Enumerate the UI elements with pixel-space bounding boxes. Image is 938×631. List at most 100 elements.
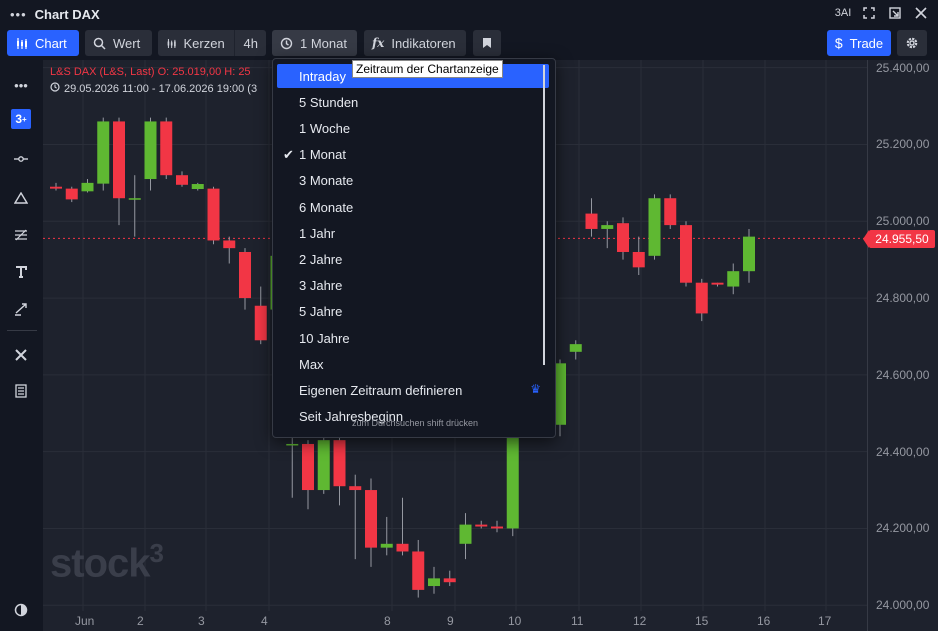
time-range-option-label: Eigenen Zeitraum definieren xyxy=(299,382,463,398)
candle-body xyxy=(239,251,251,299)
bookmark-button[interactable] xyxy=(473,30,501,56)
ai-badge[interactable]: 3AI xyxy=(834,4,852,22)
trade-button-label: Trade xyxy=(849,35,884,51)
candle-body xyxy=(695,282,708,314)
chart-type-button[interactable]: Kerzen 4h xyxy=(158,30,266,56)
candles-icon xyxy=(17,37,27,49)
tooltip: Zeitraum der Chartanzeige xyxy=(352,60,503,78)
search-icon xyxy=(93,37,106,50)
time-range-button[interactable]: 1 Monat xyxy=(272,30,357,56)
time-range-option[interactable]: 3 Monate xyxy=(277,169,549,193)
calculator-icon[interactable] xyxy=(11,381,31,401)
candle-body xyxy=(223,240,236,249)
candle xyxy=(286,432,299,498)
interval-label[interactable]: 4h xyxy=(244,36,258,51)
time-tick-label: 12 xyxy=(633,614,647,628)
time-range-option[interactable]: 5 Stunden xyxy=(277,90,549,114)
candle xyxy=(569,340,582,360)
time-tick-label: Jun xyxy=(75,614,95,628)
candle xyxy=(365,478,377,567)
fibonacci-icon[interactable] xyxy=(11,225,31,245)
candle xyxy=(113,117,125,226)
time-range-option[interactable]: 10 Jahre xyxy=(277,326,549,350)
candle-body xyxy=(491,526,503,529)
arrow-draw-icon[interactable] xyxy=(11,299,31,319)
time-range-dropdown: Intraday 5 Stunden 1 Woche ✔ 1 Monat 3 Monate… xyxy=(272,58,556,438)
theme-toggle-icon[interactable] xyxy=(11,600,31,620)
window-controls: 3AI xyxy=(834,4,930,22)
price-tick-label: 24.200,00 xyxy=(876,521,930,536)
time-tick-label: 4 xyxy=(261,614,268,628)
candle-body xyxy=(601,225,614,229)
settings-button[interactable] xyxy=(897,30,927,56)
time-range-option[interactable]: 1 Jahr xyxy=(277,221,549,245)
time-tick-label: 9 xyxy=(447,614,454,628)
time-range-option[interactable]: 6 Monate xyxy=(277,195,549,219)
series-legend[interactable]: L&S DAX (L&S, Last) O: 25.019,00 H: 25 xyxy=(50,66,251,78)
checkmark-icon: ✔ xyxy=(283,146,294,162)
candle-body xyxy=(396,543,409,552)
time-range-option[interactable]: Eigenen Zeitraum definieren ♛ xyxy=(277,378,549,402)
candle-body xyxy=(664,198,677,226)
candle xyxy=(239,248,251,310)
candle xyxy=(443,570,456,587)
candle xyxy=(428,566,440,594)
time-range-option[interactable]: Max xyxy=(277,352,549,376)
candle-body xyxy=(412,551,425,590)
window-menu-icon[interactable]: ••• xyxy=(10,7,27,22)
time-tick-label: 8 xyxy=(384,614,391,628)
time-axis[interactable]: Jun 2 3 4 8 9 10 11 12 15 16 17 xyxy=(43,611,867,631)
candles-icon xyxy=(167,38,176,48)
price-axis[interactable]: 25.400,00 25.200,00 25.000,00 24.800,00 24.6… xyxy=(867,60,938,631)
candle-body xyxy=(97,121,110,184)
chart-toolbar: Chart Wert Kerzen 4h 1 Monat fx Indikato… xyxy=(0,28,938,60)
more-tools-icon[interactable]: ••• xyxy=(11,75,31,95)
candle xyxy=(317,432,330,494)
stock3-plus-icon[interactable]: 3 + xyxy=(11,109,31,129)
candle-body xyxy=(585,213,598,229)
dropdown-scrollbar[interactable] xyxy=(543,65,545,365)
fullscreen-icon[interactable] xyxy=(860,4,878,22)
bookmark-icon xyxy=(483,38,491,48)
tools-icon[interactable] xyxy=(11,345,31,365)
time-range-option-label: 1 Monat xyxy=(299,147,346,163)
candle xyxy=(176,171,188,187)
indicators-button[interactable]: fx Indikatoren xyxy=(364,30,466,56)
time-range-option[interactable]: 3 Jahre xyxy=(277,274,549,298)
time-range-option-label: Intraday xyxy=(299,68,346,84)
candle-body xyxy=(743,236,755,272)
crown-icon: ♛ xyxy=(530,382,541,397)
candle-body xyxy=(65,188,78,200)
price-tick-label: 24.000,00 xyxy=(876,598,930,613)
chart-button[interactable]: Chart xyxy=(7,30,79,56)
time-range-option[interactable]: ✔ 1 Monat xyxy=(277,143,549,167)
time-range-option-label: 2 Jahre xyxy=(299,251,343,267)
candle xyxy=(632,236,645,276)
popout-icon[interactable] xyxy=(886,4,904,22)
time-range-option-label: 5 Stunden xyxy=(299,94,359,110)
time-range-legend: 29.05.2026 11:00 - 17.06.2026 19:00 (3 xyxy=(50,82,257,95)
time-range-option[interactable]: 2 Jahre xyxy=(277,247,549,271)
candle-body xyxy=(632,251,645,268)
close-icon[interactable] xyxy=(912,4,930,22)
time-range-option[interactable]: 1 Woche xyxy=(277,116,549,140)
triangle-icon[interactable] xyxy=(11,188,31,208)
indicators-label: Indikatoren xyxy=(391,35,456,51)
price-tick-label: 24.800,00 xyxy=(876,291,930,306)
candle-body xyxy=(128,198,141,200)
horizontal-line-icon[interactable] xyxy=(11,149,31,169)
price-tick-label: 24.600,00 xyxy=(876,367,930,382)
candle-body xyxy=(380,543,393,548)
search-value-button[interactable]: Wert xyxy=(85,30,152,56)
time-range-label: 1 Monat xyxy=(300,35,347,51)
time-range-option[interactable]: 5 Jahre xyxy=(277,300,549,324)
chart-type-label: Kerzen xyxy=(183,35,225,51)
time-range-option-label: 1 Woche xyxy=(299,120,351,136)
text-tool-icon[interactable] xyxy=(11,262,31,282)
divider xyxy=(233,30,235,56)
candle-body xyxy=(569,344,582,352)
candle-body xyxy=(191,184,204,190)
candle xyxy=(664,194,677,229)
trade-button[interactable]: $ Trade xyxy=(827,30,891,56)
time-tick-label: 16 xyxy=(757,614,771,628)
